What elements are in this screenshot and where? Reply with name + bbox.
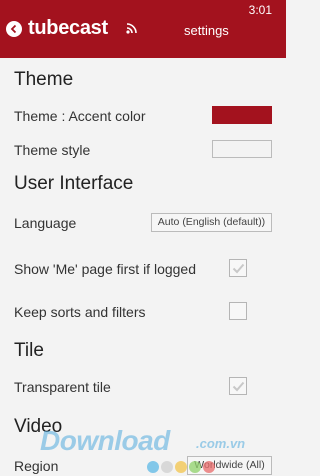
transparent-tile-checkbox[interactable] <box>229 377 247 395</box>
app-header: 3:01 tubecast settings <box>0 0 286 58</box>
section-user-interface: User Interface <box>14 173 134 194</box>
theme-style-label: Theme style <box>14 142 91 158</box>
keep-sorts-checkbox[interactable] <box>229 302 247 320</box>
accent-color-label: Theme : Accent color <box>14 108 146 124</box>
theme-style-swatch[interactable] <box>212 140 272 158</box>
section-theme: Theme <box>14 69 74 90</box>
watermark-dot <box>189 461 201 473</box>
accent-color-swatch[interactable] <box>212 106 272 124</box>
me-page-checkbox[interactable] <box>229 259 247 277</box>
region-label: Region <box>14 458 59 474</box>
watermark-dot <box>161 461 173 473</box>
rss-icon <box>126 23 137 34</box>
page-title: settings <box>184 23 229 38</box>
language-select[interactable]: Auto (English (default)) <box>151 213 272 232</box>
back-arrow-icon[interactable] <box>6 21 22 37</box>
transparent-tile-label: Transparent tile <box>14 379 111 395</box>
watermark-dot <box>175 461 187 473</box>
checkmark-icon <box>232 381 245 392</box>
me-page-label: Show 'Me' page first if logged <box>14 261 196 277</box>
keep-sorts-label: Keep sorts and filters <box>14 304 146 320</box>
watermark-dot <box>147 461 159 473</box>
app-title: tubecast <box>28 17 108 39</box>
watermark-text: Download <box>40 425 170 456</box>
language-label: Language <box>14 215 77 231</box>
checkmark-icon <box>232 263 245 274</box>
section-tile: Tile <box>14 340 44 361</box>
watermark-domain: .com.vn <box>196 436 246 451</box>
watermark-dot <box>203 461 215 473</box>
status-time: 3:01 <box>248 3 272 17</box>
